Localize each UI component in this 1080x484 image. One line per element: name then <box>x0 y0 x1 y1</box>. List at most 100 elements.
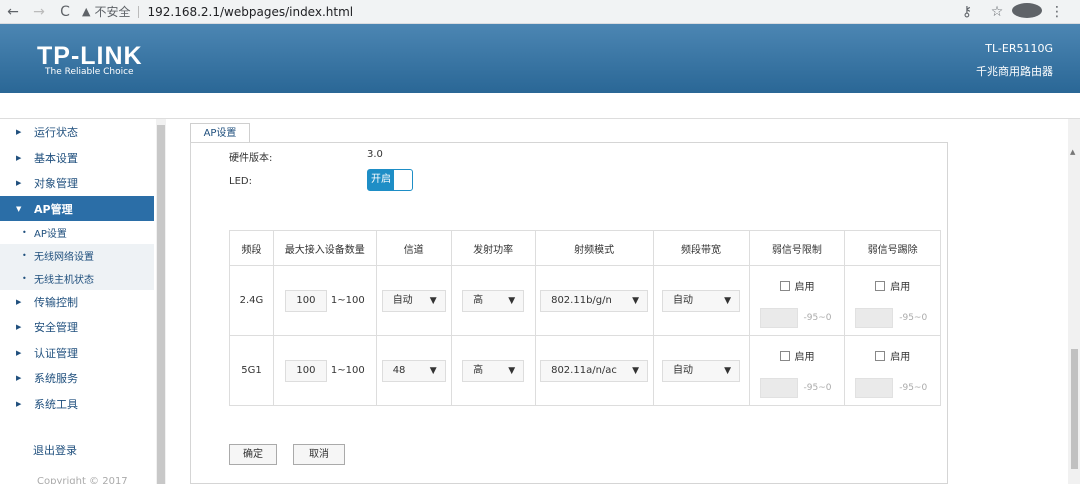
led-toggle-state: 开启 <box>368 170 394 190</box>
sidebar-subitem-wireless-hosts[interactable]: • 无线主机状态 <box>0 267 154 290</box>
sidebar-item-auth[interactable]: ▶ 认证管理 <box>0 340 154 365</box>
led-label: LED: <box>229 176 252 187</box>
checkbox-label: 启用 <box>794 352 815 363</box>
cancel-button[interactable]: 取消 <box>293 444 345 465</box>
more-menu-icon[interactable]: ⋮ <box>1042 4 1072 20</box>
channel-cell: 自动 ▼ <box>375 265 452 336</box>
hw-version-value: 3.0 <box>367 149 383 160</box>
sidebar-item-label: 运行状态 <box>34 125 78 139</box>
sidebar-item-object[interactable]: ▶ 对象管理 <box>0 170 154 195</box>
sidebar-item-status[interactable]: ▶ 运行状态 <box>0 119 154 144</box>
back-icon[interactable]: ← <box>0 4 26 20</box>
mode-value: 802.11b/g/n <box>551 294 612 306</box>
tab-ap-settings[interactable]: AP设置 <box>190 123 250 143</box>
reload-icon[interactable]: C <box>52 4 78 20</box>
channel-select[interactable]: 48 ▼ <box>381 359 446 382</box>
header-strip <box>0 93 1080 119</box>
power-select[interactable]: 高 ▼ <box>462 289 525 312</box>
checkbox[interactable] <box>875 350 886 361</box>
chevron-right-icon: ▶ <box>16 348 22 357</box>
sidebar-item-label: 认证管理 <box>34 346 78 360</box>
device-model: TL-ER5110G <box>985 42 1053 55</box>
threshold-input[interactable] <box>759 378 798 398</box>
bandwidth-value: 自动 <box>673 294 694 306</box>
app-header: TP-LINK The Reliable Choice TL-ER5110G 千… <box>0 24 1080 93</box>
power-cell: 高 ▼ <box>450 335 536 406</box>
sidebar-item-transfer[interactable]: ▶ 传输控制 <box>0 289 154 314</box>
sidebar-item-tools[interactable]: ▶ 系统工具 <box>0 391 154 416</box>
logout-link[interactable]: 退出登录 <box>33 442 77 458</box>
power-value: 高 <box>473 364 484 376</box>
threshold-range: -95~0 <box>899 383 928 393</box>
bullet-icon: • <box>22 274 27 283</box>
weak-kick-threshold: -95~0 <box>855 308 927 328</box>
sidebar-scrollbar[interactable] <box>156 119 166 484</box>
threshold-input[interactable] <box>855 308 894 328</box>
chevron-down-icon: ▼ <box>508 365 516 376</box>
table-row: 5G1 100 1~100 48 ▼ 高 ▼ 802.11a/n/ac ▼ 自动 ▼ 启用… <box>229 335 941 406</box>
weak-limit-cell: 启用 -95~0 <box>748 265 846 336</box>
sidebar-item-ap[interactable]: ▼ AP管理 <box>0 196 154 221</box>
weak-kick-cell: 启用 -95~0 <box>844 335 941 406</box>
key-icon[interactable]: ⚷ <box>952 4 982 20</box>
column-header: 频段带宽 <box>652 230 750 266</box>
weak-limit-threshold: -95~0 <box>759 378 831 398</box>
url-text: 192.168.2.1/webpages/index.html <box>147 4 354 19</box>
weak-limit-threshold: -95~0 <box>759 308 831 328</box>
bandwidth-cell: 自动 ▼ <box>652 335 750 406</box>
table-row: 2.4G 100 1~100 自动 ▼ 高 ▼ 802.11b/g/n ▼ 自动 ▼ 启用… <box>229 265 941 336</box>
weak-kick-enable[interactable]: 启用 <box>875 348 910 363</box>
chevron-right-icon: ▶ <box>16 127 22 136</box>
sidebar-subitem-wireless-network[interactable]: • 无线网络设置 <box>0 244 154 267</box>
max-devices-input[interactable]: 100 <box>284 289 327 312</box>
max-devices-range: 1~100 <box>330 295 365 306</box>
channel-select[interactable]: 自动 ▼ <box>381 289 446 312</box>
table-header-row: 频段 最大接入设备数量 信道 发射功率 射频模式 频段带宽 弱信号限制 弱信号踢… <box>229 230 941 266</box>
sidebar-item-services[interactable]: ▶ 系统服务 <box>0 365 154 390</box>
bandwidth-select[interactable]: 自动 ▼ <box>662 359 741 382</box>
checkbox[interactable] <box>779 280 790 291</box>
max-devices-cell: 100 1~100 <box>272 265 377 336</box>
ok-button[interactable]: 确定 <box>229 444 277 465</box>
weak-limit-enable[interactable]: 启用 <box>779 278 815 293</box>
mode-select[interactable]: 802.11a/n/ac ▼ <box>540 359 649 382</box>
threshold-range: -95~0 <box>899 313 928 323</box>
power-select[interactable]: 高 ▼ <box>462 359 525 382</box>
scroll-up-icon[interactable]: ▲ <box>1070 148 1075 156</box>
sidebar-item-basic[interactable]: ▶ 基本设置 <box>0 145 154 170</box>
sidebar-item-security[interactable]: ▶ 安全管理 <box>0 314 154 339</box>
bandwidth-select[interactable]: 自动 ▼ <box>662 289 741 312</box>
max-devices-input[interactable]: 100 <box>284 359 327 382</box>
led-toggle[interactable]: 开启 <box>367 169 413 191</box>
column-header: 弱信号踢除 <box>844 230 941 266</box>
sidebar-item-label: 对象管理 <box>34 176 78 190</box>
chevron-right-icon: ▶ <box>16 153 22 162</box>
band-cell: 5G1 <box>229 335 274 406</box>
sidebar-item-label: 传输控制 <box>34 295 78 309</box>
page-scrollbar[interactable] <box>1068 119 1080 484</box>
weak-kick-threshold: -95~0 <box>855 378 927 398</box>
threshold-input[interactable] <box>759 308 798 328</box>
address-bar[interactable]: ▲ 不安全 192.168.2.1/webpages/index.html <box>82 3 353 20</box>
chevron-down-icon: ▼ <box>724 365 732 376</box>
threshold-input[interactable] <box>855 378 894 398</box>
mode-value: 802.11a/n/ac <box>551 364 617 376</box>
device-product: 千兆商用路由器 <box>976 65 1053 78</box>
sidebar-subitem-ap-settings[interactable]: • AP设置 <box>0 221 154 244</box>
checkbox-label: 启用 <box>794 282 815 293</box>
chevron-right-icon: ▶ <box>16 399 22 408</box>
page-scrollbar-thumb[interactable] <box>1071 349 1078 469</box>
profile-icon[interactable] <box>1012 2 1042 22</box>
mode-select[interactable]: 802.11b/g/n ▼ <box>540 289 649 312</box>
column-header: 弱信号限制 <box>748 230 846 266</box>
weak-limit-enable[interactable]: 启用 <box>779 348 815 363</box>
checkbox[interactable] <box>875 280 886 291</box>
sidebar-scrollbar-thumb[interactable] <box>157 125 165 484</box>
chevron-right-icon: ▶ <box>16 297 22 306</box>
weak-kick-enable[interactable]: 启用 <box>875 278 910 293</box>
sidebar-item-label: 基本设置 <box>34 151 78 165</box>
forward-icon[interactable]: → <box>26 4 52 20</box>
security-label: 不安全 <box>94 5 131 19</box>
star-icon[interactable]: ☆ <box>982 4 1012 20</box>
checkbox[interactable] <box>779 350 790 361</box>
